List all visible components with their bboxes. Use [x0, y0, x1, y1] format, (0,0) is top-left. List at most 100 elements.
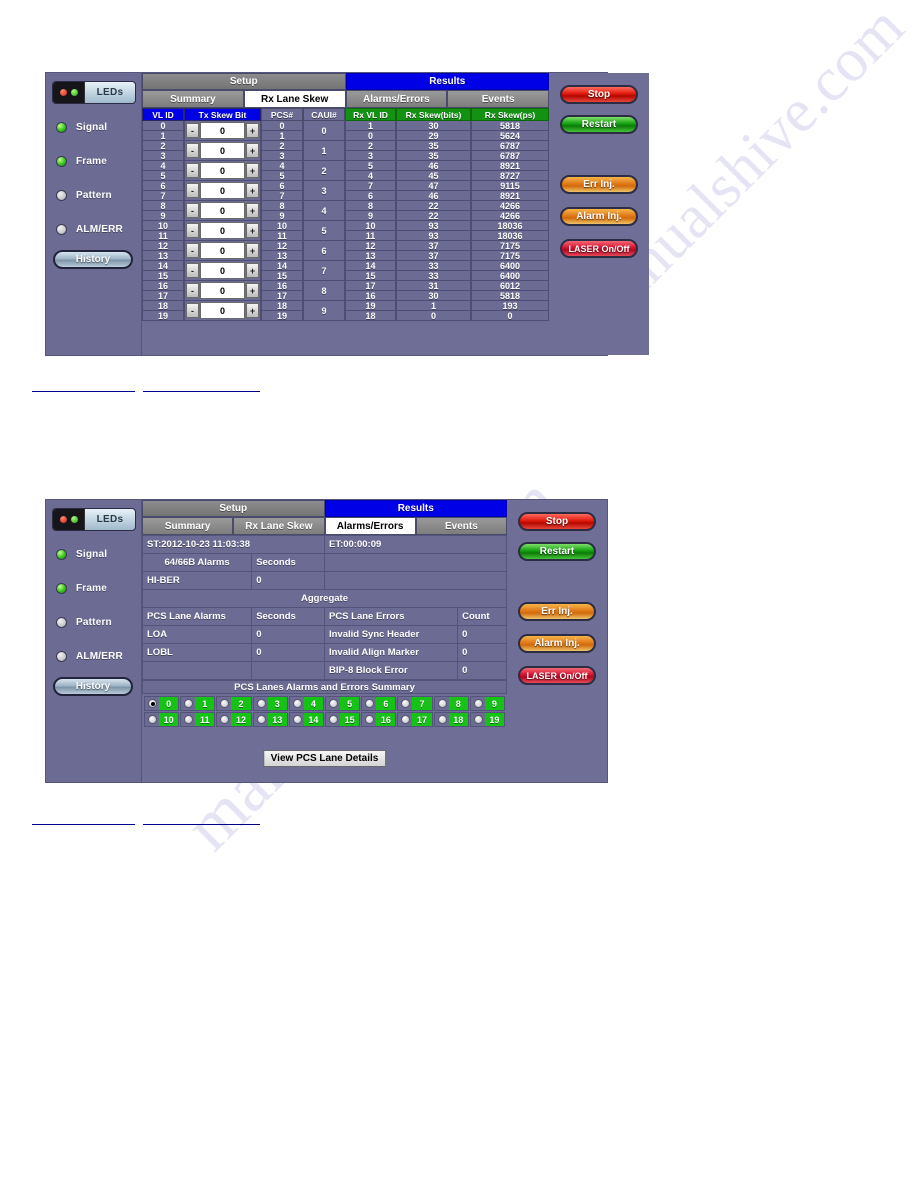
restart-button-1[interactable]: Restart [560, 115, 638, 134]
pcs-lane-radio[interactable] [184, 715, 193, 724]
link-underline-1[interactable] [32, 391, 135, 392]
tx-skew-value-input[interactable]: 0 [200, 182, 245, 199]
tx-skew-increment-button[interactable]: + [246, 263, 259, 278]
tx-skew-value-input[interactable]: 0 [200, 202, 245, 219]
tx-skew-value-input[interactable]: 0 [200, 282, 245, 299]
pcs-lane-cell[interactable]: 5 [325, 696, 360, 711]
tx-skew-decrement-button[interactable]: - [186, 283, 199, 298]
tx-skew-value-input[interactable]: 0 [200, 142, 245, 159]
tx-skew-increment-button[interactable]: + [246, 283, 259, 298]
pcs-lane-radio[interactable] [293, 715, 302, 724]
pcs-lane-cell[interactable]: 6 [361, 696, 396, 711]
pcs-lane-cell[interactable]: 14 [289, 712, 324, 727]
tx-skew-increment-button[interactable]: + [246, 303, 259, 318]
laser-on-off-button-2[interactable]: LASER On/Off [518, 666, 596, 685]
pcs-lane-cell[interactable]: 17 [397, 712, 432, 727]
pcs-lane-radio[interactable] [329, 699, 338, 708]
link-underline-4[interactable] [143, 824, 260, 825]
pcs-lane-radio[interactable] [148, 699, 157, 708]
tx-skew-decrement-button[interactable]: - [186, 163, 199, 178]
history-button-1[interactable]: History [53, 250, 133, 269]
tab-summary-1[interactable]: Summary [142, 90, 244, 108]
pcs-lane-cell[interactable]: 3 [253, 696, 288, 711]
pcs-lane-cell[interactable]: 2 [216, 696, 251, 711]
alarm-inj-button-1[interactable]: Alarm Inj. [560, 207, 638, 226]
pcs-lane-radio[interactable] [220, 715, 229, 724]
pcs-lane-radio[interactable] [365, 699, 374, 708]
stop-button-2[interactable]: Stop [518, 512, 596, 531]
pcs-lane-radio[interactable] [365, 715, 374, 724]
tx-skew-increment-button[interactable]: + [246, 143, 259, 158]
pcs-lane-cell[interactable]: 8 [434, 696, 469, 711]
pcs-lane-radio[interactable] [148, 715, 157, 724]
tx-skew-value-input[interactable]: 0 [200, 162, 245, 179]
pcs-lane-cell[interactable]: 12 [216, 712, 251, 727]
tx-skew-decrement-button[interactable]: - [186, 143, 199, 158]
tx-skew-increment-button[interactable]: + [246, 123, 259, 138]
err-inj-button-2[interactable]: Err Inj. [518, 602, 596, 621]
tx-skew-increment-button[interactable]: + [246, 203, 259, 218]
tab-alarms-errors-1[interactable]: Alarms/Errors [346, 90, 448, 108]
alarm-inj-button-2[interactable]: Alarm Inj. [518, 634, 596, 653]
tab-summary-2[interactable]: Summary [142, 517, 233, 535]
tx-skew-decrement-button[interactable]: - [186, 263, 199, 278]
tx-skew-increment-button[interactable]: + [246, 163, 259, 178]
pcs-lane-cell[interactable]: 18 [434, 712, 469, 727]
tx-skew-decrement-button[interactable]: - [186, 203, 199, 218]
pcs-lane-cell[interactable]: 4 [289, 696, 324, 711]
link-underline-2[interactable] [143, 391, 260, 392]
pcs-lane-cell[interactable]: 10 [144, 712, 179, 727]
tab-results-1[interactable]: Results [346, 73, 550, 90]
pcs-lane-radio[interactable] [220, 699, 229, 708]
tab-setup-1[interactable]: Setup [142, 73, 346, 90]
tx-skew-decrement-button[interactable]: - [186, 223, 199, 238]
pcs-lane-cell[interactable]: 11 [180, 712, 215, 727]
tx-skew-increment-button[interactable]: + [246, 243, 259, 258]
pcs-lane-cell[interactable]: 13 [253, 712, 288, 727]
tx-skew-decrement-button[interactable]: - [186, 303, 199, 318]
pcs-lane-radio[interactable] [257, 715, 266, 724]
tx-skew-value-input[interactable]: 0 [200, 302, 245, 319]
err-inj-button-1[interactable]: Err Inj. [560, 175, 638, 194]
tab-rx-lane-skew-2[interactable]: Rx Lane Skew [233, 517, 324, 535]
tab-events-1[interactable]: Events [447, 90, 549, 108]
tab-setup-2[interactable]: Setup [142, 500, 325, 517]
link-underline-3[interactable] [32, 824, 135, 825]
pcs-lane-cell[interactable]: 0 [144, 696, 179, 711]
pcs-lane-radio[interactable] [329, 715, 338, 724]
restart-button-2[interactable]: Restart [518, 542, 596, 561]
view-pcs-lane-details-button[interactable]: View PCS Lane Details [263, 750, 387, 767]
pcs-lane-radio[interactable] [401, 699, 410, 708]
tx-skew-value-input[interactable]: 0 [200, 122, 245, 139]
tx-skew-decrement-button[interactable]: - [186, 183, 199, 198]
tx-skew-value-input[interactable]: 0 [200, 242, 245, 259]
tx-skew-decrement-button[interactable]: - [186, 243, 199, 258]
tab-rx-lane-skew-1[interactable]: Rx Lane Skew [244, 90, 346, 108]
history-button-2[interactable]: History [53, 677, 133, 696]
tx-skew-value-input[interactable]: 0 [200, 222, 245, 239]
pcs-lane-radio[interactable] [293, 699, 302, 708]
pcs-lane-cell[interactable]: 19 [470, 712, 505, 727]
tab-results-2[interactable]: Results [325, 500, 508, 517]
tab-alarms-errors-2[interactable]: Alarms/Errors [325, 517, 416, 535]
led-green-dot-icon [71, 89, 78, 96]
pcs-lane-cell[interactable]: 9 [470, 696, 505, 711]
pcs-lane-cell[interactable]: 1 [180, 696, 215, 711]
tab-events-2[interactable]: Events [416, 517, 507, 535]
tx-skew-increment-button[interactable]: + [246, 183, 259, 198]
pcs-lane-radio[interactable] [401, 715, 410, 724]
pcs-lane-radio[interactable] [438, 715, 447, 724]
pcs-lane-radio[interactable] [474, 715, 483, 724]
pcs-lane-radio[interactable] [257, 699, 266, 708]
tx-skew-value-input[interactable]: 0 [200, 262, 245, 279]
laser-on-off-button-1[interactable]: LASER On/Off [560, 239, 638, 258]
stop-button-1[interactable]: Stop [560, 85, 638, 104]
tx-skew-increment-button[interactable]: + [246, 223, 259, 238]
pcs-lane-radio[interactable] [474, 699, 483, 708]
pcs-lane-radio[interactable] [438, 699, 447, 708]
pcs-lane-cell[interactable]: 15 [325, 712, 360, 727]
pcs-lane-cell[interactable]: 16 [361, 712, 396, 727]
pcs-lane-cell[interactable]: 7 [397, 696, 432, 711]
pcs-lane-radio[interactable] [184, 699, 193, 708]
tx-skew-decrement-button[interactable]: - [186, 123, 199, 138]
